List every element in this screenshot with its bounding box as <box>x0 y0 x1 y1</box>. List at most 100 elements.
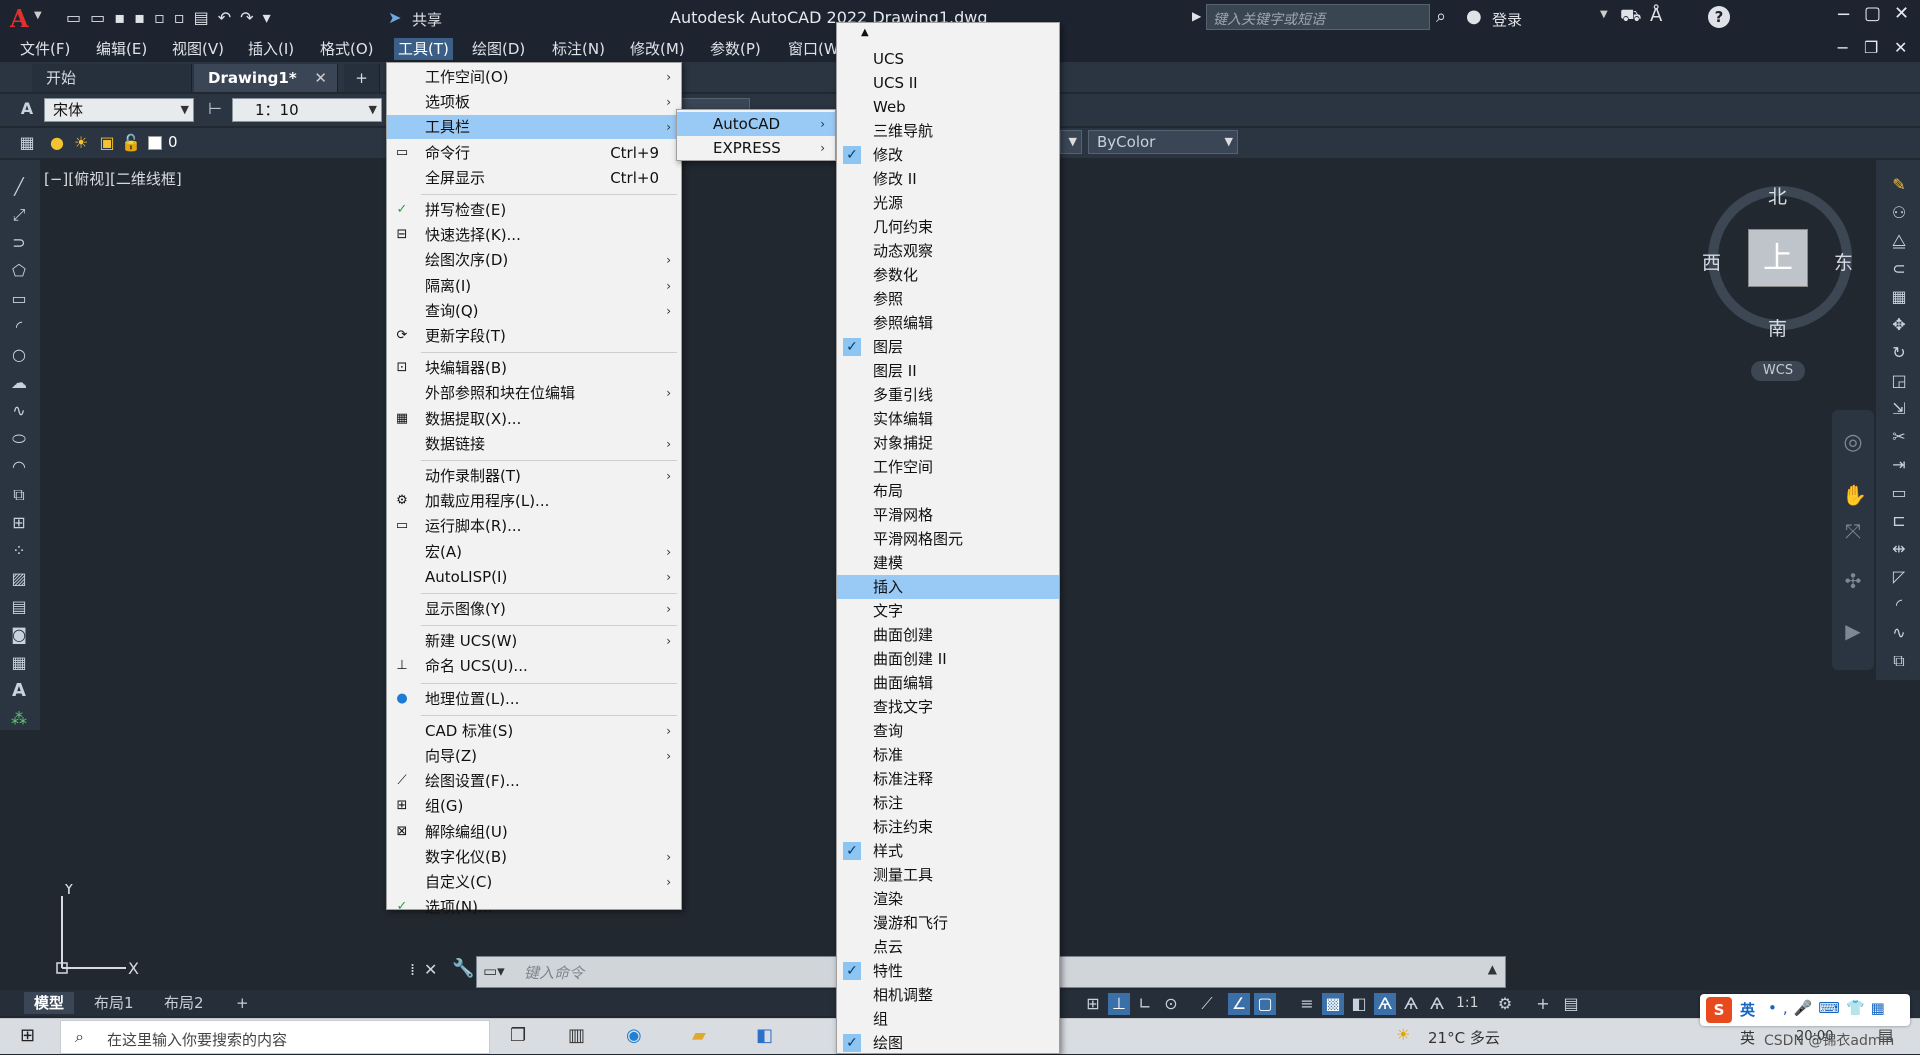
tools-menu-item[interactable]: CAD 标准(S) › <box>387 719 681 743</box>
break-at-point-icon[interactable]: ▭ <box>1888 482 1910 504</box>
undo-icon[interactable]: ↶ <box>218 8 240 27</box>
tools-menu-item[interactable]: ⊠ 解除编组(U) <box>387 820 681 844</box>
weather-text[interactable]: 21°C 多云 <box>1428 1027 1500 1048</box>
menu-dimension[interactable]: 标注(N) <box>548 38 609 60</box>
steering-wheel-icon[interactable]: ◎ <box>1842 432 1864 454</box>
text-style-combo[interactable]: 宋体 ▼ <box>44 98 194 122</box>
tools-menu-item[interactable]: ⟋ 绘图设置(F)... <box>387 769 681 793</box>
scroll-up-icon[interactable]: ▲ <box>861 27 869 38</box>
tools-menu-item[interactable]: ✓ 选项(N)... <box>387 895 681 919</box>
toolbar-toggle-item[interactable]: 修改 II <box>837 167 1059 191</box>
toolbar-toggle-item[interactable]: 漫游和飞行 <box>837 911 1059 935</box>
orbit-icon[interactable]: ✣ <box>1842 570 1864 592</box>
isodraft-icon[interactable]: ⟋ <box>1196 993 1218 1015</box>
recent-commands-icon[interactable]: ▭▾ <box>483 962 505 980</box>
menu-edit[interactable]: 编辑(E) <box>92 38 151 60</box>
toolbar-toggle-item[interactable]: 曲面创建 II <box>837 647 1059 671</box>
menu-view[interactable]: 视图(V) <box>168 38 228 60</box>
tools-menu-item[interactable]: ⊡ 块编辑器(B) <box>387 356 681 380</box>
doc-minimize-icon[interactable]: − <box>1836 38 1849 57</box>
mirror-icon[interactable]: ⧋ <box>1888 230 1910 252</box>
toolbar-toggle-item[interactable]: 动态观察 <box>837 239 1059 263</box>
toolbar-toggle-item[interactable]: 曲面编辑 <box>837 671 1059 695</box>
toolbar-toggle-item[interactable]: 参照 <box>837 287 1059 311</box>
annotation-monitor-icon[interactable]: + <box>1532 993 1554 1015</box>
tools-menu-item[interactable]: ● 地理位置(L)... <box>387 687 681 711</box>
tab-layout2[interactable]: 布局2 <box>154 992 214 1014</box>
tools-menu-item[interactable]: 绘图次序(D) › <box>387 248 681 272</box>
tools-menu-item[interactable]: 查询(Q) › <box>387 299 681 323</box>
toolbar-toggle-item[interactable]: 相机调整 <box>837 983 1059 1007</box>
toolbar-toggle-item[interactable]: 曲面创建 <box>837 623 1059 647</box>
search-icon[interactable]: ⌕ <box>1436 6 1446 27</box>
compass-west[interactable]: 西 <box>1702 248 1721 275</box>
tools-menu-item[interactable]: 新建 UCS(W) › <box>387 629 681 653</box>
toolbar-toggle-item[interactable]: UCS II <box>837 71 1059 95</box>
auto-scale-icon[interactable]: Ѧ <box>1400 993 1422 1015</box>
ellipse-arc-icon[interactable]: ◠ <box>8 456 30 478</box>
save-icon[interactable]: ▪ <box>114 8 134 27</box>
menu-format[interactable]: 格式(O) <box>316 38 378 60</box>
tab-model[interactable]: 模型 <box>24 992 75 1014</box>
offset-icon[interactable]: ⊂ <box>1888 258 1910 280</box>
transparency-icon[interactable]: ▩ <box>1322 993 1344 1015</box>
construction-line-icon[interactable]: ⤢ <box>8 204 30 226</box>
tools-menu-item[interactable]: ▭ 命令行 Ctrl+9 <box>387 141 681 165</box>
viewport-controls[interactable]: [−][俯视][二维线框] <box>44 168 182 189</box>
tools-menu-item[interactable]: ⚙ 加载应用程序(L)... <box>387 489 681 513</box>
toolbar-toggle-item[interactable]: ✓ 图层 <box>837 335 1059 359</box>
print-icon[interactable]: ▤ <box>194 8 218 27</box>
tools-menu-item[interactable]: ⊟ 快速选择(K)... <box>387 223 681 247</box>
line-icon[interactable]: ╱ <box>8 176 30 198</box>
point-icon[interactable]: ⁘ <box>8 540 30 562</box>
linetype-combo-arrow[interactable]: ▼ <box>1060 130 1082 154</box>
command-history-icon[interactable]: ▲ <box>1488 962 1497 976</box>
redo-icon[interactable]: ↷ <box>240 8 262 27</box>
tools-menu-item[interactable]: ⊞ 组(G) <box>387 794 681 818</box>
store-icon[interactable]: ◧ <box>756 1025 773 1046</box>
menu-insert[interactable]: 插入(I) <box>244 38 298 60</box>
toolbar-toggle-item[interactable]: 光源 <box>837 191 1059 215</box>
current-layer-name[interactable]: 0 <box>168 133 178 151</box>
lineweight-icon[interactable]: ≡ <box>1296 993 1318 1015</box>
rectangle-icon[interactable]: ▭ <box>8 288 30 310</box>
ellipse-icon[interactable]: ⬭ <box>8 428 30 450</box>
ortho-icon[interactable]: ∟ <box>1134 993 1156 1015</box>
zoom-extents-icon[interactable]: ⤧ <box>1842 520 1864 542</box>
annotation-scale-combo[interactable]: 1：10 ▼ <box>232 98 382 122</box>
stretch-icon[interactable]: ⇲ <box>1888 398 1910 420</box>
object-snap-tracking-icon[interactable]: ∠ <box>1228 993 1250 1015</box>
layer-on-icon[interactable]: ● <box>46 132 68 154</box>
publish-icon[interactable]: ▫ <box>174 8 194 27</box>
close-icon[interactable]: ✕ <box>1894 3 1909 24</box>
tools-menu-item[interactable]: 工作空间(O) › <box>387 65 681 89</box>
taskbar-search-box[interactable]: ⌕ 在这里输入你要搜索的内容 <box>60 1020 490 1054</box>
polyline-icon[interactable]: ⊃ <box>8 232 30 254</box>
array-icon[interactable]: ▦ <box>1888 286 1910 308</box>
doc-close-icon[interactable]: ✕ <box>1894 38 1907 57</box>
toolbar-toggle-item[interactable]: 平滑网格 <box>837 503 1059 527</box>
text-style-icon[interactable]: A <box>16 98 38 120</box>
dim-style-icon[interactable]: ⊢ <box>204 98 226 120</box>
menu-modify[interactable]: 修改(M) <box>626 38 689 60</box>
fillet-icon[interactable]: ◜ <box>1888 594 1910 616</box>
tools-menu-item[interactable]: 外部参照和块在位编辑 › <box>387 381 681 405</box>
tools-menu-item[interactable]: 自定义(C) › <box>387 870 681 894</box>
lineweight-combo[interactable]: ByColor ▼ <box>1088 130 1238 154</box>
polygon-icon[interactable]: ⬠ <box>8 260 30 282</box>
tools-menu-item[interactable]: 数字化仪(B) › <box>387 845 681 869</box>
tools-menu-item[interactable]: 隔离(I) › <box>387 274 681 298</box>
tools-menu-item[interactable]: ✓ 拼写检查(E) <box>387 198 681 222</box>
annotation-visibility-icon[interactable]: Ѧ <box>1374 993 1396 1015</box>
annotation-scale-icon[interactable]: Ѧ <box>1426 993 1448 1015</box>
revision-cloud-icon[interactable]: ☁ <box>8 372 30 394</box>
toolbar-toggle-item[interactable]: 几何约束 <box>837 215 1059 239</box>
login-link[interactable]: 登录 <box>1492 9 1522 30</box>
autocad-logo-icon[interactable]: A <box>10 4 29 33</box>
break-icon[interactable]: ⊏ <box>1888 510 1910 532</box>
pan-icon[interactable]: ✋ <box>1842 484 1867 506</box>
toolbar-toggle-item[interactable]: 标准 <box>837 743 1059 767</box>
search-expand-icon[interactable]: ▶ <box>1192 9 1201 23</box>
toolbar-toggle-item[interactable]: 标注约束 <box>837 815 1059 839</box>
layer-viewport-icon[interactable]: ▣ <box>96 132 118 154</box>
